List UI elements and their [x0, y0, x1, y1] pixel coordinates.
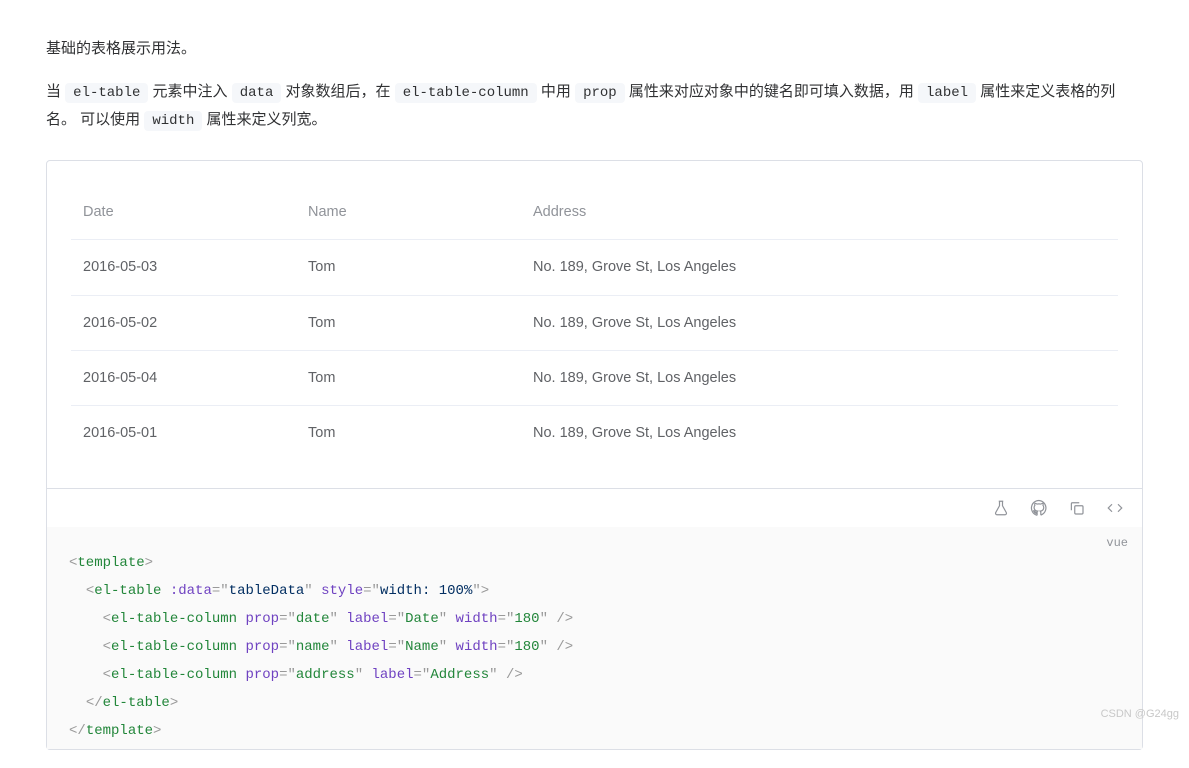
cell-name: Tom	[296, 240, 521, 295]
code-el-table: el-table	[65, 83, 148, 103]
code-content: <template> <el-table :data="tableData" s…	[47, 527, 1142, 749]
demo-body: Date Name Address 2016-05-03 Tom No. 189…	[47, 161, 1142, 487]
th-address: Address	[521, 185, 1118, 240]
cell-date: 2016-05-01	[71, 405, 296, 460]
intro-line2: 当 el-table 元素中注入 data 对象数组后，在 el-table-c…	[46, 78, 1143, 134]
demo-card: Date Name Address 2016-05-03 Tom No. 189…	[46, 160, 1143, 749]
code-block: vue <template> <el-table :data="tableDat…	[47, 527, 1142, 749]
cell-address: No. 189, Grove St, Los Angeles	[521, 295, 1118, 350]
th-name: Name	[296, 185, 521, 240]
code-prop: prop	[575, 83, 625, 103]
table-row: 2016-05-04 Tom No. 189, Grove St, Los An…	[71, 350, 1118, 405]
code-data: data	[232, 83, 282, 103]
code-el-table-column: el-table-column	[395, 83, 537, 103]
cell-name: Tom	[296, 295, 521, 350]
table-row: 2016-05-01 Tom No. 189, Grove St, Los An…	[71, 405, 1118, 460]
intro-line1: 基础的表格展示用法。	[46, 35, 1143, 62]
flask-icon[interactable]	[992, 499, 1010, 517]
table-row: 2016-05-03 Tom No. 189, Grove St, Los An…	[71, 240, 1118, 295]
code-lang-badge: vue	[1106, 533, 1128, 555]
cell-date: 2016-05-03	[71, 240, 296, 295]
github-icon[interactable]	[1030, 499, 1048, 517]
code-width: width	[144, 111, 202, 131]
code-icon[interactable]	[1106, 499, 1124, 517]
cell-name: Tom	[296, 350, 521, 405]
demo-toolbar	[47, 488, 1142, 527]
cell-address: No. 189, Grove St, Los Angeles	[521, 350, 1118, 405]
code-label: label	[918, 83, 976, 103]
cell-address: No. 189, Grove St, Los Angeles	[521, 240, 1118, 295]
th-date: Date	[71, 185, 296, 240]
cell-address: No. 189, Grove St, Los Angeles	[521, 405, 1118, 460]
copy-icon[interactable]	[1068, 499, 1086, 517]
cell-date: 2016-05-04	[71, 350, 296, 405]
table-row: 2016-05-02 Tom No. 189, Grove St, Los An…	[71, 295, 1118, 350]
demo-table: Date Name Address 2016-05-03 Tom No. 189…	[71, 185, 1118, 459]
cell-name: Tom	[296, 405, 521, 460]
cell-date: 2016-05-02	[71, 295, 296, 350]
watermark: CSDN @G24gg	[1101, 705, 1179, 725]
